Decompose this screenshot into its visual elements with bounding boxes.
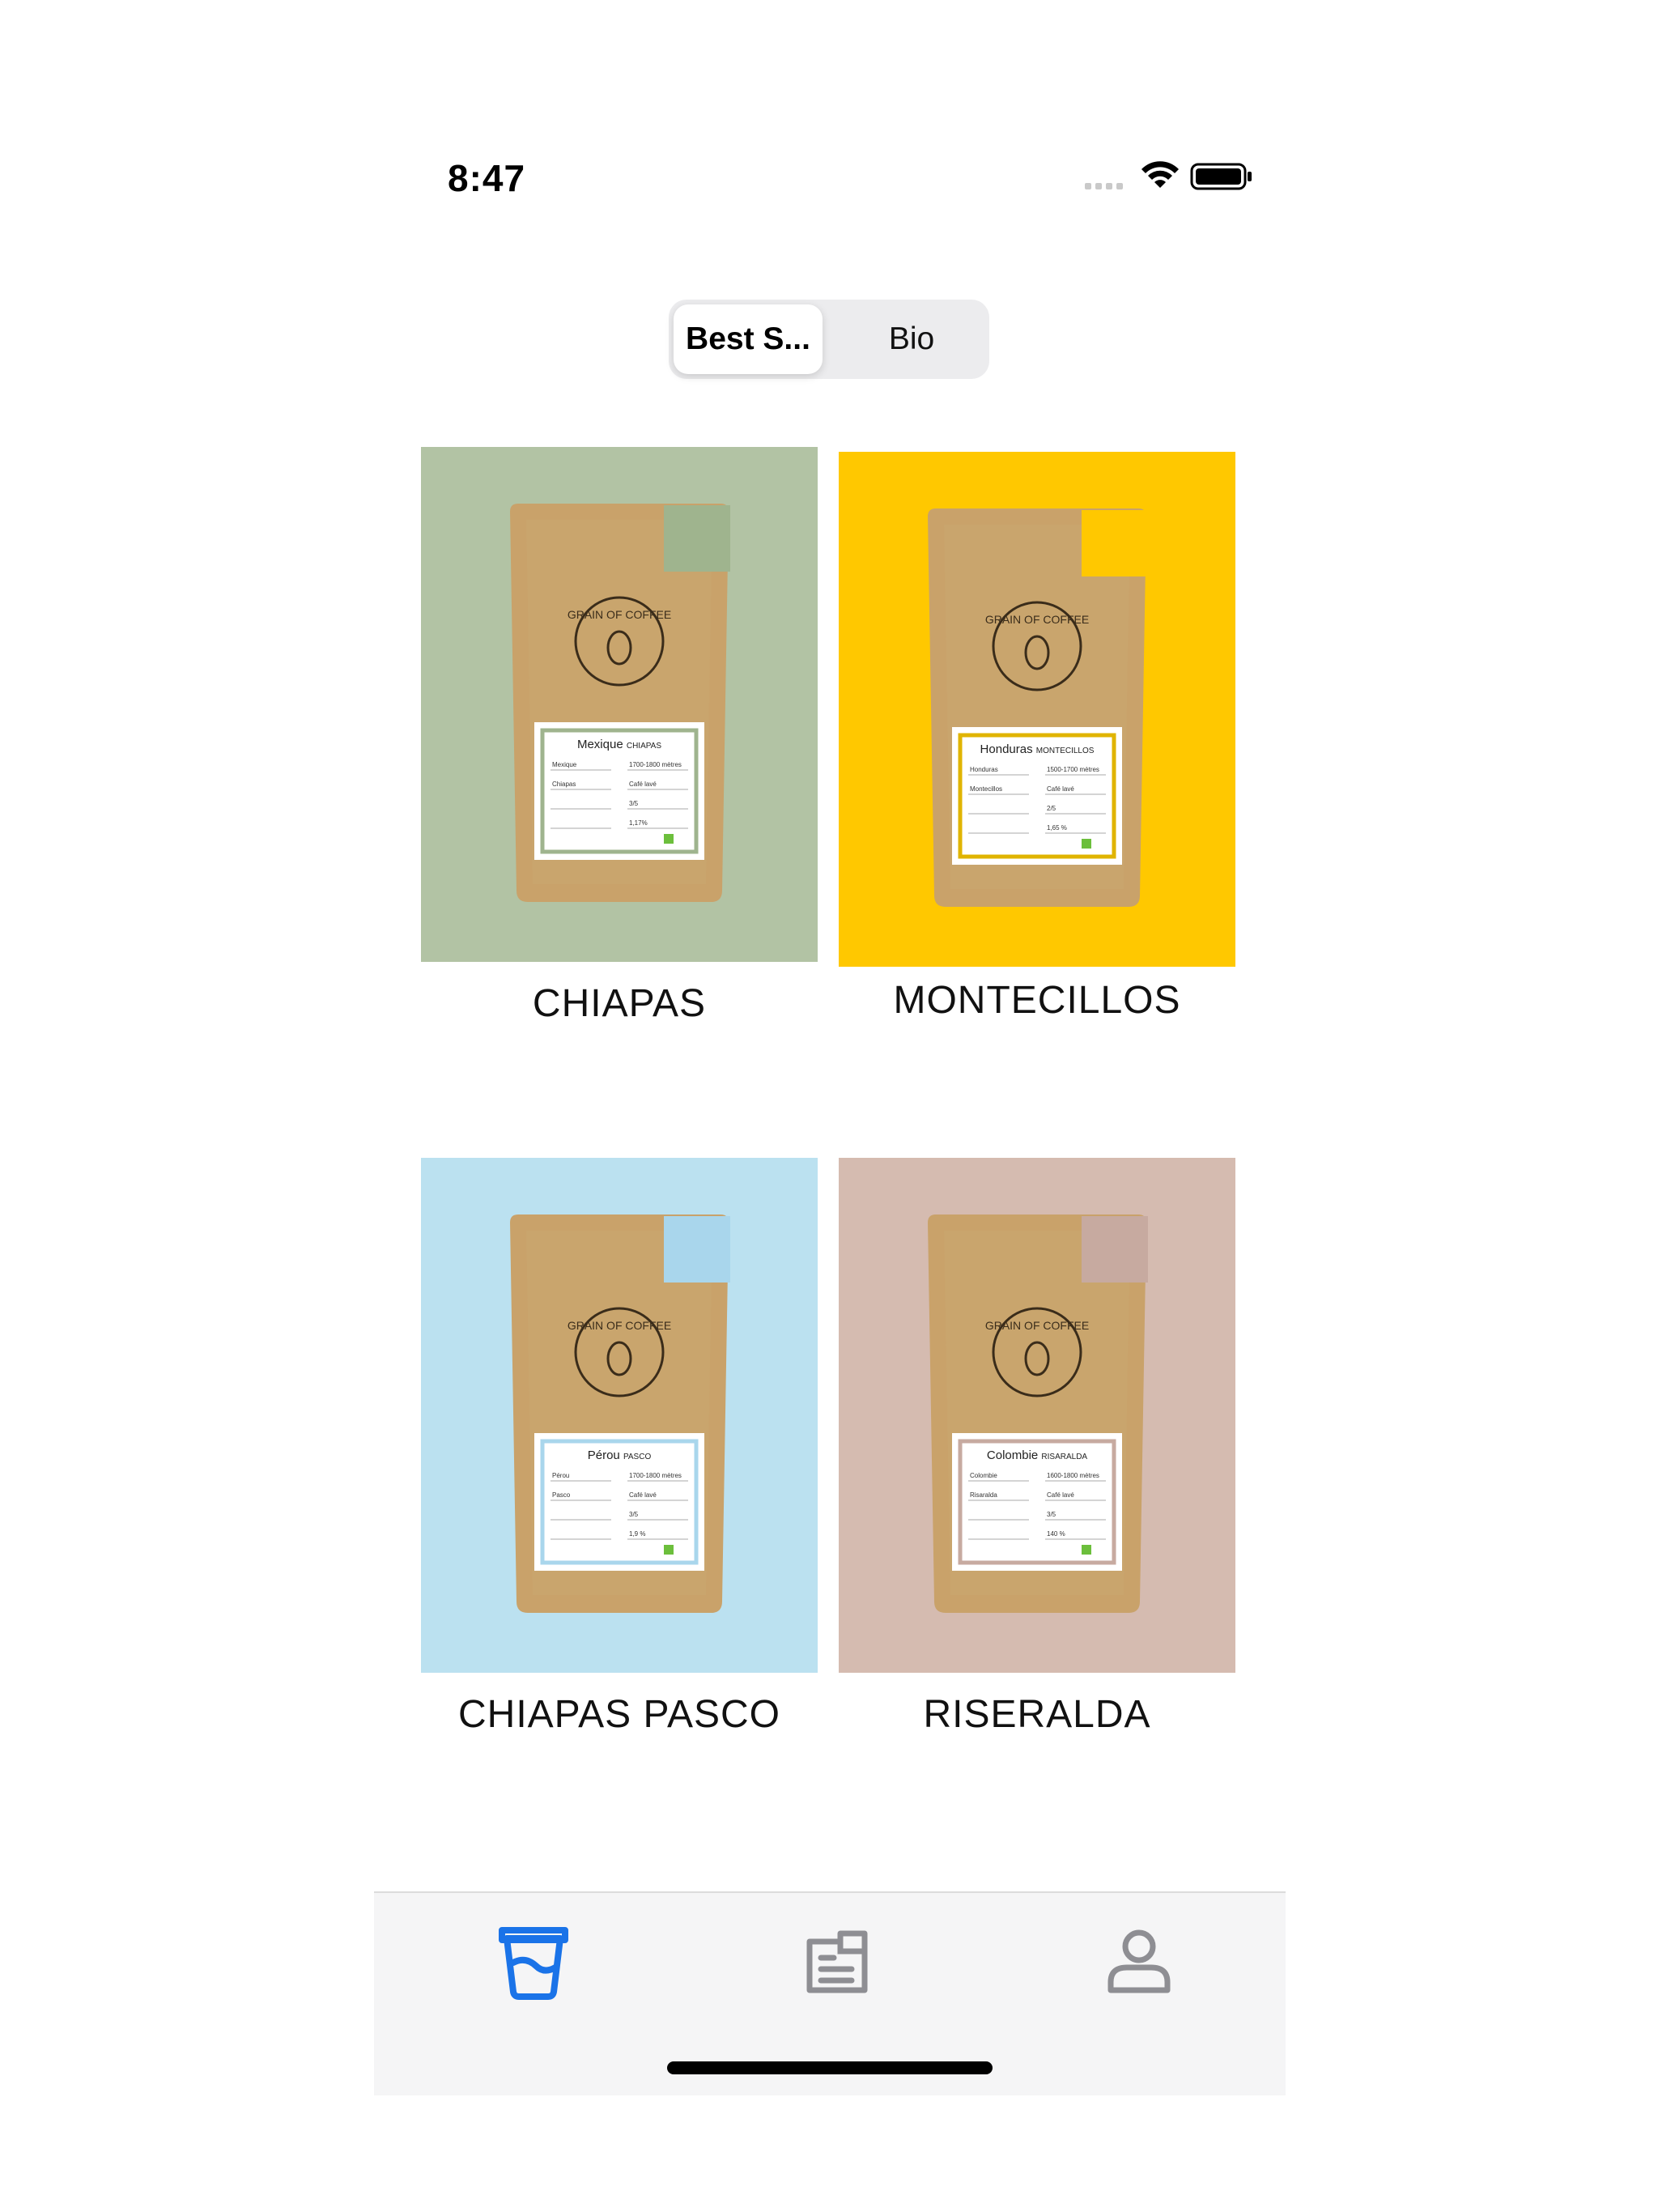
segment-bio[interactable]: Bio xyxy=(837,304,986,374)
svg-text:1600-1800 mètres: 1600-1800 mètres xyxy=(1047,1472,1099,1479)
status-time: 8:47 xyxy=(448,157,526,199)
order-list-icon xyxy=(806,1930,868,1993)
tab-coffee[interactable] xyxy=(489,1917,578,2006)
product-image[interactable]: GRAIN OF COFFEE Pérou PASCO Pérou 1700-1800… xyxy=(421,1158,818,1673)
coffee-cup-icon xyxy=(499,1927,568,2000)
coffee-bag-illustration: GRAIN OF COFFEEPérou PASCOPérou 1700-1800… xyxy=(510,1214,730,1613)
svg-text:1,9 %: 1,9 % xyxy=(629,1530,645,1538)
category-segmented-control[interactable]: Best S... Bio xyxy=(669,300,989,379)
svg-text:Risaralda: Risaralda xyxy=(970,1491,997,1499)
svg-text:Pérou: Pérou xyxy=(552,1472,569,1479)
svg-text:Café lavé: Café lavé xyxy=(1047,785,1074,793)
svg-text:Chiapas: Chiapas xyxy=(552,781,576,788)
svg-text:1700-1800 mètres: 1700-1800 mètres xyxy=(629,1472,682,1479)
svg-text:Honduras: Honduras xyxy=(970,766,998,773)
bag-brand: GRAIN OF COFFEE xyxy=(985,613,1089,626)
coffee-bag-illustration: GRAIN OF COFFEEHonduras MONTECILLOSHondu… xyxy=(928,508,1148,907)
coffee-bag-illustration: GRAIN OF COFFEEMexique CHIAPASMexique 170… xyxy=(510,504,730,902)
product-name: MONTECILLOS xyxy=(893,979,1181,1022)
bag-brand: GRAIN OF COFFEE xyxy=(568,1319,671,1332)
bag-brand: GRAIN OF COFFEE xyxy=(568,608,671,621)
svg-text:2/5: 2/5 xyxy=(1047,805,1056,812)
coffee-bag-illustration: GRAIN OF COFFEEColombie RISARALDAColombi… xyxy=(928,1214,1148,1613)
tab-orders[interactable] xyxy=(793,1917,882,2006)
svg-text:3/5: 3/5 xyxy=(629,1511,639,1518)
bag-brand: GRAIN OF COFFEE xyxy=(985,1319,1089,1332)
product-image[interactable]: GRAIN OF COFFEE Honduras MONTECILLOS Hondu… xyxy=(839,452,1235,967)
segment-best-sellers[interactable]: Best S... xyxy=(674,304,823,374)
home-indicator xyxy=(667,2061,993,2074)
svg-text:Café lavé: Café lavé xyxy=(1047,1491,1074,1499)
svg-text:Mexique: Mexique xyxy=(552,761,577,768)
battery-icon xyxy=(1190,163,1252,190)
svg-text:1500-1700 mètres: 1500-1700 mètres xyxy=(1047,766,1099,773)
svg-text:3/5: 3/5 xyxy=(629,800,639,807)
svg-text:3/5: 3/5 xyxy=(1047,1511,1056,1518)
product-image[interactable]: GRAIN OF COFFEE Colombie RISARALDA Colombi… xyxy=(839,1158,1235,1673)
svg-text:140 %: 140 % xyxy=(1047,1530,1065,1538)
svg-text:1,65 %: 1,65 % xyxy=(1047,824,1067,832)
product-name: RISERALDA xyxy=(923,1693,1151,1736)
wifi-icon xyxy=(1141,161,1179,188)
svg-text:Colombie: Colombie xyxy=(970,1472,997,1479)
svg-text:Café lavé: Café lavé xyxy=(629,781,657,788)
signal-icon xyxy=(1085,183,1123,189)
svg-text:Montecillos: Montecillos xyxy=(970,785,1002,793)
svg-text:Café lavé: Café lavé xyxy=(629,1491,657,1499)
product-image[interactable]: GRAIN OF COFFEE Mexique CHIAPAS Mexique 170… xyxy=(421,447,818,962)
profile-icon xyxy=(1107,1929,1171,1993)
svg-text:1700-1800 mètres: 1700-1800 mètres xyxy=(629,761,682,768)
status-icons xyxy=(1085,159,1255,199)
svg-text:1,17%: 1,17% xyxy=(629,819,648,827)
tab-profile[interactable] xyxy=(1095,1917,1184,2006)
svg-text:Pasco: Pasco xyxy=(552,1491,571,1499)
